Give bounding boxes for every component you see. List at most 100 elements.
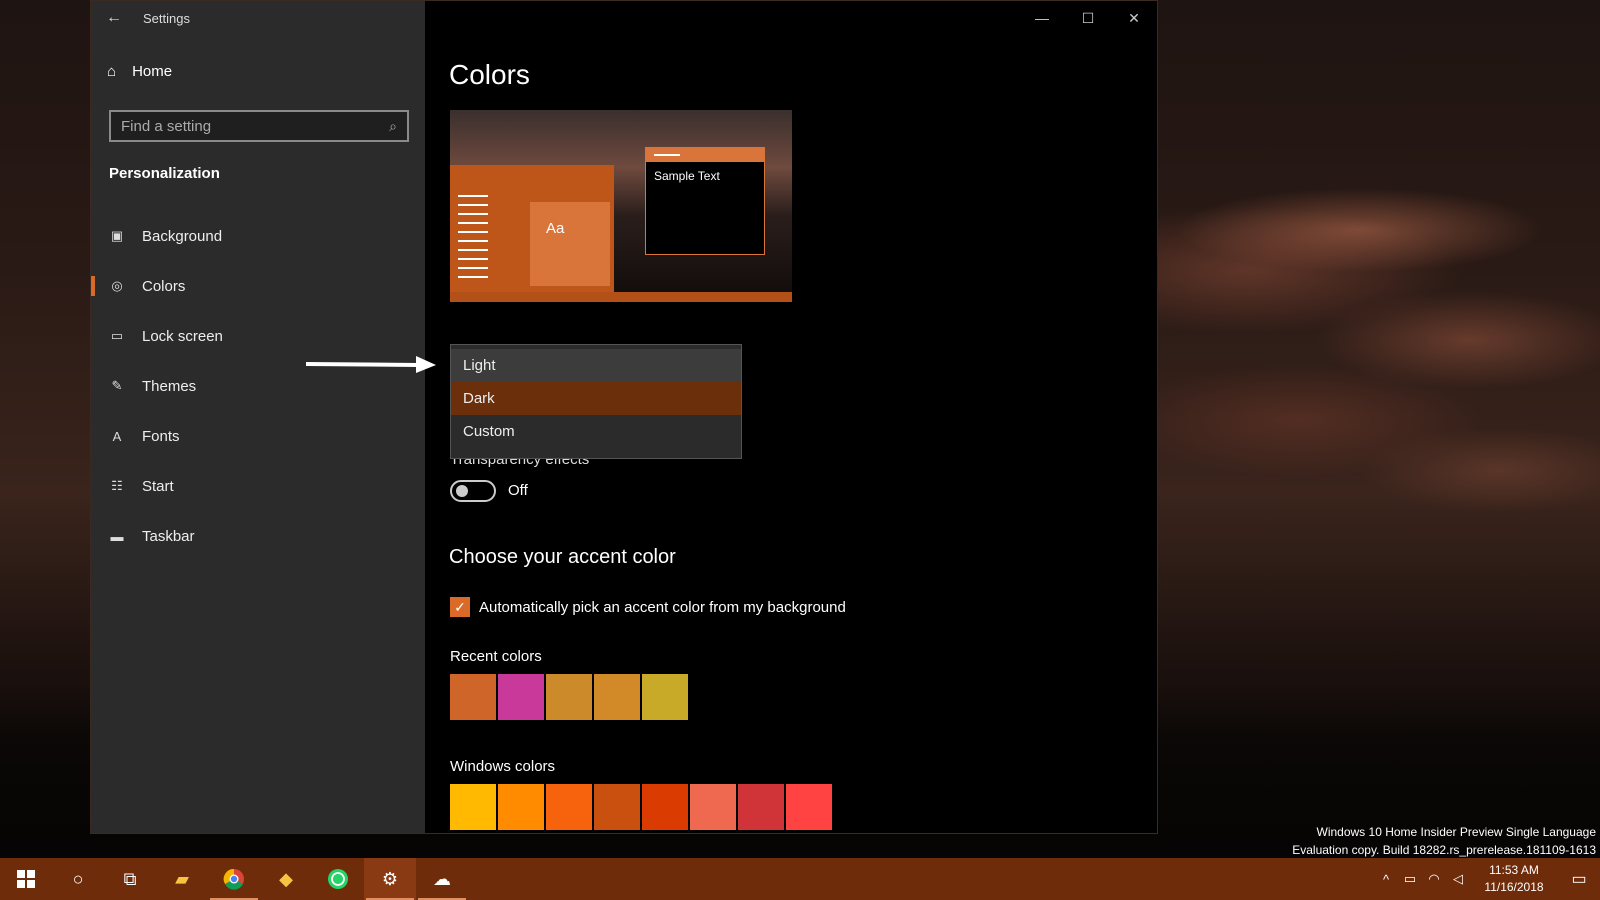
recent-colors-label: Recent colors [450, 648, 542, 665]
watermark-line-2: Evaluation copy. Build 18282.rs_prerelea… [1292, 843, 1596, 857]
color-swatch[interactable] [546, 674, 592, 720]
wifi-icon[interactable]: ◠ [1422, 871, 1446, 887]
evaluation-watermark: Windows 10 Home Insider Preview Single L… [1292, 823, 1596, 859]
color-swatch[interactable] [786, 784, 832, 830]
title-bar: ← Settings [91, 1, 425, 35]
start-icon: ☷ [111, 478, 123, 493]
sidebar-nav: ▣ Background ◎ Colors ▭ Lock screen ✎ Th… [91, 211, 425, 561]
minimize-button[interactable]: — [1019, 1, 1065, 35]
search-input[interactable] [121, 117, 390, 135]
sidebar-item-colors[interactable]: ◎ Colors [91, 261, 425, 311]
sidebar-item-label: Themes [142, 377, 197, 395]
home-nav-item[interactable]: ⌂ Home [107, 63, 172, 80]
app-mode-dropdown-list[interactable]: Light Dark Custom [450, 344, 742, 459]
back-button[interactable]: ← [91, 1, 137, 35]
windows-colors [450, 784, 832, 830]
section-title: Personalization [109, 165, 220, 182]
search-box[interactable]: ⌕ [109, 110, 409, 142]
auto-accent-label: Automatically pick an accent color from … [479, 598, 846, 616]
sidebar-item-label: Fonts [142, 427, 180, 445]
clock-time: 11:53 AM [1489, 863, 1539, 877]
sidebar-item-label: Taskbar [142, 527, 195, 545]
close-button[interactable]: ✕ [1111, 1, 1157, 35]
color-swatch[interactable] [594, 784, 640, 830]
app-title: Settings [143, 10, 190, 26]
folder-icon: ▰ [175, 868, 189, 889]
settings-window: ← Settings ⌂ Home ⌕ Personalization ▣ Ba… [90, 0, 1158, 834]
color-swatch[interactable] [450, 674, 496, 720]
windows-colors-label: Windows colors [450, 758, 556, 775]
color-swatch[interactable] [594, 674, 640, 720]
preview-list-lines [458, 195, 488, 285]
taskbar: ○ ⧉ ▰ ◆ ⚙ ☁ ^ ▭ ◠ ◁ 11:53 AM 11/16/2018 … [0, 858, 1600, 900]
auto-accent-checkbox[interactable]: ✓ [450, 597, 470, 617]
transparency-state: Off [508, 482, 528, 499]
chevron-up-icon[interactable]: ^ [1374, 872, 1398, 887]
whatsapp-icon [328, 869, 348, 889]
palette-icon: ◎ [111, 278, 123, 293]
preview-sample-text: Sample Text [654, 169, 720, 183]
sidebar-item-fonts[interactable]: A Fonts [91, 411, 425, 461]
recent-colors [450, 674, 688, 720]
sidebar-item-taskbar[interactable]: ▬ Taskbar [91, 511, 425, 561]
preview-taskbar [450, 292, 792, 302]
sidebar-item-label: Colors [142, 277, 186, 295]
maximize-button[interactable]: ☐ [1065, 1, 1111, 35]
dropdown-option-light[interactable]: Light [451, 349, 741, 382]
transparency-toggle[interactable] [450, 480, 496, 502]
battery-icon[interactable]: ▭ [1398, 871, 1422, 887]
sidebar-item-label: Lock screen [142, 327, 223, 345]
settings-taskbar-button[interactable]: ⚙ [364, 858, 416, 900]
clock[interactable]: 11:53 AM 11/16/2018 [1476, 862, 1552, 896]
lock-screen-icon: ▭ [110, 328, 124, 343]
task-view-button[interactable]: ⧉ [104, 858, 156, 900]
color-swatch[interactable] [690, 784, 736, 830]
clock-date: 11/16/2018 [1484, 880, 1544, 894]
taskbar-icon: ▬ [110, 528, 124, 544]
sidebar-item-background[interactable]: ▣ Background [91, 211, 425, 261]
file-explorer-button[interactable]: ▰ [156, 858, 208, 900]
preview-start-menu: Aa [450, 165, 614, 292]
lightbulb-icon: ◆ [279, 868, 293, 889]
sidebar: ← Settings ⌂ Home ⌕ Personalization ▣ Ba… [91, 1, 425, 833]
window-controls: — ☐ ✕ [1019, 1, 1157, 35]
color-swatch[interactable] [642, 674, 688, 720]
image-icon: ▣ [110, 228, 124, 243]
chrome-button[interactable] [208, 858, 260, 900]
chrome-icon [223, 868, 244, 890]
annotation-arrow [306, 356, 436, 373]
color-swatch[interactable] [498, 674, 544, 720]
color-swatch[interactable] [642, 784, 688, 830]
system-tray: ^ ▭ ◠ ◁ 11:53 AM 11/16/2018 ▭ [1374, 858, 1600, 900]
action-center-button[interactable]: ▭ [1558, 858, 1600, 900]
color-swatch[interactable] [546, 784, 592, 830]
cortana-circle-icon: ○ [72, 868, 84, 889]
start-button[interactable] [0, 858, 52, 900]
main-content: — ☐ ✕ Colors Aa Sample Text Transparency… [425, 1, 1157, 833]
preview-tile-text: Aa [546, 220, 565, 237]
color-swatch[interactable] [498, 784, 544, 830]
windows-logo-icon [17, 870, 35, 888]
sidebar-item-start[interactable]: ☷ Start [91, 461, 425, 511]
tips-button[interactable]: ◆ [260, 858, 312, 900]
volume-icon[interactable]: ◁ [1446, 871, 1470, 887]
theme-preview: Aa Sample Text [450, 110, 792, 302]
dropdown-option-dark[interactable]: Dark [451, 382, 741, 415]
accent-heading: Choose your accent color [449, 546, 676, 568]
auto-accent-row[interactable]: ✓ Automatically pick an accent color fro… [450, 597, 846, 617]
gear-icon: ⚙ [381, 868, 399, 889]
sidebar-item-label: Background [142, 227, 223, 245]
page-title: Colors [449, 59, 530, 90]
color-swatch[interactable] [450, 784, 496, 830]
color-swatch[interactable] [738, 784, 784, 830]
search-icon: ⌕ [389, 117, 397, 134]
notification-icon: ▭ [1571, 871, 1587, 888]
whatsapp-button[interactable] [312, 858, 364, 900]
dropdown-option-custom[interactable]: Custom [451, 415, 741, 448]
preview-tile: Aa [530, 202, 610, 286]
checkmark-icon: ✓ [454, 598, 466, 615]
home-label: Home [132, 63, 173, 80]
home-icon: ⌂ [107, 63, 117, 80]
cortana-button[interactable]: ○ [52, 858, 104, 900]
onedrive-button[interactable]: ☁ [416, 858, 468, 900]
